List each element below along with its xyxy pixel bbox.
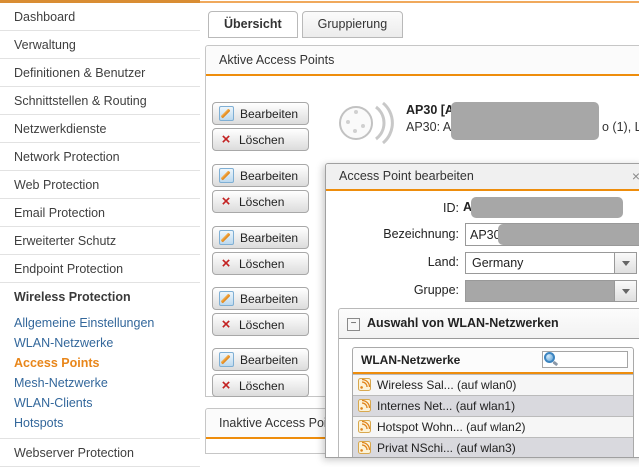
edit-pencil-icon (219, 230, 234, 245)
delete-button[interactable]: × Löschen (212, 128, 309, 151)
id-label: ID: (329, 201, 459, 215)
edit-pencil-icon (219, 106, 234, 121)
search-icon[interactable] (544, 352, 558, 366)
wlan-selection-section: − Auswahl von WLAN-Netzwerken WLAN-Netzw… (338, 308, 639, 458)
wlan-network-table: WLAN-Netzwerke Wireless Sal... (auf wlan… (352, 347, 634, 458)
sidebar-item-access-points[interactable]: Access Points (0, 353, 200, 373)
edit-button-label: Bearbeiten (240, 107, 298, 121)
edit-button-label: Bearbeiten (240, 292, 298, 306)
sidebar: Dashboard Verwaltung Definitionen & Benu… (0, 3, 200, 467)
sidebar-item-wlan-clients[interactable]: WLAN-Clients (0, 393, 200, 413)
wifi-icon (358, 420, 371, 433)
wifi-icon (358, 441, 371, 454)
tab-bar: Übersicht Gruppierung (208, 11, 403, 38)
edit-button[interactable]: Bearbeiten (212, 287, 309, 310)
wlan-network-label: Wireless Sal... (auf wlan0) (377, 378, 516, 392)
sidebar-item-mesh-netzwerke[interactable]: Mesh-Netzwerke (0, 373, 200, 393)
dialog-title: Access Point bearbeiten (339, 169, 474, 183)
edit-button[interactable]: Bearbeiten (212, 226, 309, 249)
sidebar-item-definitionen-benutzer[interactable]: Definitionen & Benutzer (0, 59, 200, 87)
edit-button-label: Bearbeiten (240, 231, 298, 245)
wlan-network-row[interactable]: Internes Net... (auf wlan1) (353, 395, 633, 416)
edit-button[interactable]: Bearbeiten (212, 164, 309, 187)
redacted-ap-info (451, 102, 599, 140)
wlan-table-title: WLAN-Netzwerke (361, 353, 460, 367)
delete-x-icon: × (219, 195, 233, 208)
sidebar-item-network-protection[interactable]: Network Protection (0, 143, 200, 171)
sidebar-item-wireless-protection[interactable]: Wireless Protection (0, 283, 200, 310)
delete-x-icon: × (219, 257, 233, 270)
wlan-network-label: Internes Net... (auf wlan1) (377, 399, 515, 413)
sidebar-subnav-wireless: Allgemeine Einstellungen WLAN-Netzwerke … (0, 310, 200, 439)
edit-button[interactable]: Bearbeiten (212, 348, 309, 371)
ap-details-suffix: o (1), La (602, 120, 639, 134)
delete-x-icon: × (219, 379, 233, 392)
delete-x-icon: × (219, 318, 233, 331)
access-point-edit-dialog: Access Point bearbeiten × ID: A Bezeichn… (325, 163, 639, 458)
content-top-rule (200, 1, 639, 3)
sidebar-item-email-protection[interactable]: Email Protection (0, 199, 200, 227)
group-select[interactable] (465, 280, 637, 302)
delete-button[interactable]: × Löschen (212, 374, 309, 397)
delete-button[interactable]: × Löschen (212, 313, 309, 336)
delete-button-label: Löschen (239, 318, 284, 332)
edit-pencil-icon (219, 168, 234, 183)
country-select[interactable]: Germany (465, 252, 637, 274)
collapse-icon[interactable]: − (347, 318, 360, 331)
tab-gruppierung[interactable]: Gruppierung (302, 11, 404, 38)
access-point-icon (336, 101, 394, 150)
delete-button-label: Löschen (239, 195, 284, 209)
sidebar-item-schnittstellen-routing[interactable]: Schnittstellen & Routing (0, 87, 200, 115)
wlan-network-row[interactable]: Privat NSchi... (auf wlan3) (353, 437, 633, 458)
wlan-network-row[interactable]: Wireless Sal... (auf wlan0) (353, 374, 633, 395)
wlan-table-header: WLAN-Netzwerke (353, 348, 633, 374)
sidebar-item-erweiterter-schutz[interactable]: Erweiterter Schutz (0, 227, 200, 255)
delete-button-label: Löschen (239, 379, 284, 393)
country-select-value: Germany (472, 256, 523, 270)
wifi-icon (358, 399, 371, 412)
delete-x-icon: × (219, 133, 233, 146)
edit-button-label: Bearbeiten (240, 353, 298, 367)
redacted-name-value (498, 224, 639, 245)
sidebar-item-dashboard[interactable]: Dashboard (0, 3, 200, 31)
delete-button-label: Löschen (239, 257, 284, 271)
sidebar-item-verwaltung[interactable]: Verwaltung (0, 31, 200, 59)
chevron-down-icon (614, 281, 636, 301)
edit-pencil-icon (219, 291, 234, 306)
edit-button[interactable]: Bearbeiten (212, 102, 309, 125)
dialog-header: Access Point bearbeiten × (326, 164, 639, 191)
name-label: Bezeichnung: (329, 227, 459, 241)
wlan-network-row[interactable]: Hotspot Wohn... (auf wlan2) (353, 416, 633, 437)
redacted-id-value (471, 197, 623, 218)
chevron-down-icon (614, 253, 636, 273)
sidebar-item-allgemeine-einstellungen[interactable]: Allgemeine Einstellungen (0, 313, 200, 333)
group-label: Gruppe: (329, 283, 459, 297)
wifi-icon (358, 378, 371, 391)
active-panel-title: Aktive Access Points (206, 46, 639, 76)
wlan-network-label: Hotspot Wohn... (auf wlan2) (377, 420, 526, 434)
sidebar-item-webserver-protection[interactable]: Webserver Protection (0, 439, 200, 467)
tab-uebersicht[interactable]: Übersicht (208, 11, 298, 38)
delete-button-label: Löschen (239, 133, 284, 147)
wlan-selection-header: − Auswahl von WLAN-Netzwerken (339, 309, 639, 339)
close-icon[interactable]: × (632, 164, 639, 189)
wlan-selection-title: Auswahl von WLAN-Netzwerken (367, 316, 559, 330)
sidebar-item-netzwerkdienste[interactable]: Netzwerkdienste (0, 115, 200, 143)
sidebar-item-endpoint-protection[interactable]: Endpoint Protection (0, 255, 200, 283)
delete-button[interactable]: × Löschen (212, 252, 309, 275)
search-box (542, 351, 628, 368)
edit-pencil-icon (219, 352, 234, 367)
sidebar-item-hotspots[interactable]: Hotspots (0, 413, 200, 433)
sidebar-item-web-protection[interactable]: Web Protection (0, 171, 200, 199)
delete-button[interactable]: × Löschen (212, 190, 309, 213)
sidebar-item-wlan-netzwerke[interactable]: WLAN-Netzwerke (0, 333, 200, 353)
country-label: Land: (329, 255, 459, 269)
edit-button-label: Bearbeiten (240, 169, 298, 183)
